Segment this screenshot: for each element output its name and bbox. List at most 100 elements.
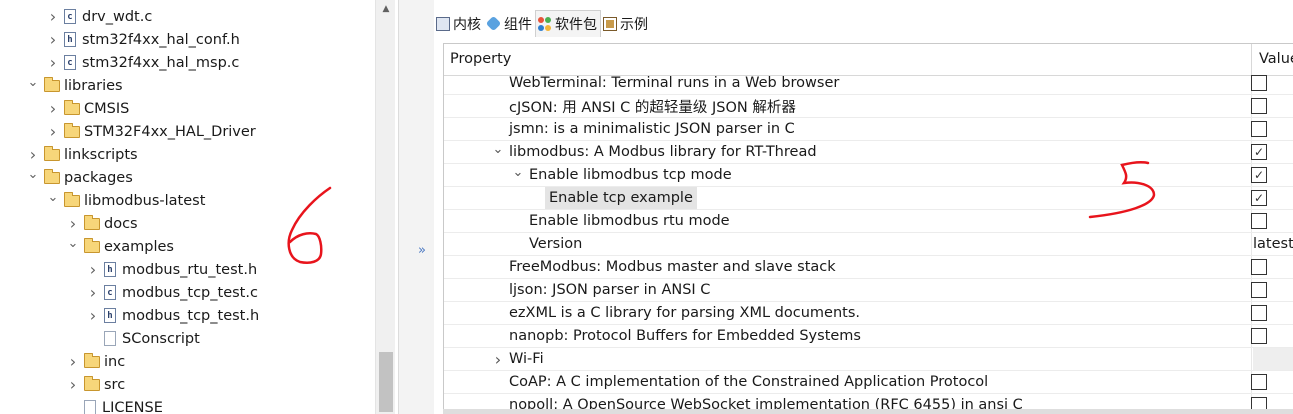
folder-icon [44, 168, 60, 184]
tree-item[interactable]: SConscript [86, 327, 200, 350]
folder-icon [84, 214, 100, 230]
chevron-right-icon[interactable]: › [86, 304, 100, 327]
checkbox-unchecked[interactable] [1251, 121, 1267, 137]
chevron-right-icon[interactable]: › [46, 120, 60, 143]
tree-vertical-scrollbar[interactable]: ▲ [375, 0, 395, 414]
tree-item[interactable]: ⌄ libmodbus-latest [46, 189, 206, 212]
tab-packages[interactable]: 软件包 [535, 10, 601, 37]
tree-item[interactable]: › h modbus_tcp_test.h [86, 304, 259, 327]
settings-tabbar: 内核 组件 软件包 示例 [434, 10, 651, 37]
property-row[interactable]: jsmn: is a minimalistic JSON parser in C [444, 118, 1293, 141]
folder-icon [64, 191, 80, 207]
package-icon [538, 17, 552, 31]
tab-samples[interactable]: 示例 [601, 10, 651, 37]
group-value-cell [1253, 348, 1293, 370]
property-row[interactable]: CoAP: A C implementation of the Constrai… [444, 371, 1293, 394]
property-tree-table[interactable]: Property Value WebTerminal: Terminal run… [443, 43, 1293, 414]
chevron-down-icon[interactable]: ⌄ [46, 189, 60, 212]
chevron-down-icon[interactable]: ⌄ [491, 141, 505, 163]
tree-item-label: src [104, 376, 126, 393]
folder-icon [84, 352, 100, 368]
tree-item[interactable]: › inc [66, 350, 125, 373]
chevron-right-icon[interactable]: › [491, 348, 505, 370]
chevron-right-icon[interactable]: › [46, 51, 60, 74]
tree-item-label: linkscripts [64, 146, 138, 163]
tree-item[interactable]: ⌄ libraries [26, 74, 123, 97]
property-row[interactable]: ljson: JSON parser in ANSI C [444, 279, 1293, 302]
table-horizontal-scrollbar[interactable] [443, 409, 1293, 414]
tree-item[interactable]: › CMSIS [46, 97, 130, 120]
kernel-icon [436, 16, 450, 31]
tree-item[interactable]: › c drv_wdt.c [46, 5, 153, 28]
tree-item-label: modbus_rtu_test.h [122, 261, 258, 278]
chevron-right-icon[interactable]: › [46, 28, 60, 51]
chevron-right-icon[interactable]: › [46, 5, 60, 28]
property-row[interactable]: Version latest [444, 233, 1293, 256]
panel-divider-gutter [398, 0, 434, 414]
chevron-down-icon[interactable]: ⌄ [511, 164, 525, 186]
property-label: WebTerminal: Terminal runs in a Web brow… [509, 75, 840, 91]
property-row[interactable]: FreeModbus: Modbus master and slave stac… [444, 256, 1293, 279]
checkbox-unchecked[interactable] [1251, 98, 1267, 114]
property-row[interactable]: ezXML is a C library for parsing XML doc… [444, 302, 1293, 325]
checkbox-unchecked[interactable] [1251, 328, 1267, 344]
tree-item[interactable]: › linkscripts [26, 143, 138, 166]
property-label: nanopb: Protocol Buffers for Embedded Sy… [509, 328, 861, 344]
property-label: cJSON: 用 ANSI C 的超轻量级 JSON 解析器 [509, 99, 796, 116]
chevron-right-icon[interactable]: › [46, 97, 60, 120]
tree-item-label: modbus_tcp_test.h [122, 307, 260, 324]
scroll-up-arrow-icon[interactable]: ▲ [376, 2, 396, 16]
property-row[interactable]: WebTerminal: Terminal runs in a Web brow… [444, 72, 1293, 95]
checkbox-unchecked[interactable] [1251, 259, 1267, 275]
chevron-right-icon[interactable]: › [86, 281, 100, 304]
tree-item-label: docs [104, 215, 138, 232]
chevron-right-icon[interactable]: › [66, 350, 80, 373]
double-chevron-right-icon: » [418, 242, 426, 258]
property-row[interactable]: cJSON: 用 ANSI C 的超轻量级 JSON 解析器 [444, 95, 1293, 118]
checkbox-unchecked[interactable] [1251, 282, 1267, 298]
tree-item[interactable]: › c modbus_tcp_test.c [86, 281, 258, 304]
checkbox-unchecked[interactable] [1251, 213, 1267, 229]
tree-item[interactable]: ⌄ packages [26, 166, 133, 189]
tree-item-label: libmodbus-latest [84, 192, 206, 209]
property-label: ezXML is a C library for parsing XML doc… [509, 305, 860, 321]
folder-icon [44, 76, 60, 92]
tree-item[interactable]: › docs [66, 212, 138, 235]
checkbox-unchecked[interactable] [1251, 374, 1267, 390]
h-file-icon: h [64, 32, 76, 47]
column-header-property[interactable]: Property [450, 51, 511, 67]
folder-icon [84, 375, 100, 391]
tree-item[interactable]: › h stm32f4xx_hal_conf.h [46, 28, 240, 51]
property-value-text[interactable]: latest [1253, 233, 1293, 255]
checkbox-checked[interactable]: ✓ [1251, 144, 1267, 160]
checkbox-checked[interactable]: ✓ [1251, 190, 1267, 206]
chevron-right-icon[interactable]: › [26, 143, 40, 166]
property-label: FreeModbus: Modbus master and slave stac… [509, 259, 836, 275]
chevron-down-icon[interactable]: ⌄ [66, 235, 80, 258]
tab-components[interactable]: 组件 [484, 10, 535, 37]
tree-item[interactable]: › src [66, 373, 125, 396]
chevron-right-icon[interactable]: › [66, 212, 80, 235]
property-row[interactable]: › Wi-Fi [444, 348, 1293, 371]
checkbox-unchecked[interactable] [1251, 75, 1267, 91]
tree-item[interactable]: LICENSE [66, 396, 163, 414]
tab-kernel[interactable]: 内核 [434, 10, 484, 37]
tree-item[interactable]: › c stm32f4xx_hal_msp.c [46, 51, 240, 74]
chevron-down-icon[interactable]: ⌄ [26, 74, 40, 97]
checkbox-unchecked[interactable] [1251, 305, 1267, 321]
component-icon [485, 15, 502, 32]
collapse-panel-button[interactable]: » [413, 240, 431, 260]
scrollbar-thumb[interactable] [379, 352, 393, 412]
property-label: ljson: JSON parser in ANSI C [509, 282, 711, 298]
chevron-right-icon[interactable]: › [66, 373, 80, 396]
chevron-down-icon[interactable]: ⌄ [26, 166, 40, 189]
column-header-value[interactable]: Value [1259, 51, 1293, 67]
tree-item[interactable]: › STM32F4xx_HAL_Driver [46, 120, 256, 143]
checkbox-checked[interactable]: ✓ [1251, 167, 1267, 183]
tree-item-label: inc [104, 353, 126, 370]
tree-item-label: SConscript [122, 330, 200, 347]
chevron-right-icon[interactable]: › [86, 258, 100, 281]
tree-item[interactable]: ⌄ examples [66, 235, 174, 258]
tree-item[interactable]: › h modbus_rtu_test.h [86, 258, 257, 281]
property-row[interactable]: nanopb: Protocol Buffers for Embedded Sy… [444, 325, 1293, 348]
